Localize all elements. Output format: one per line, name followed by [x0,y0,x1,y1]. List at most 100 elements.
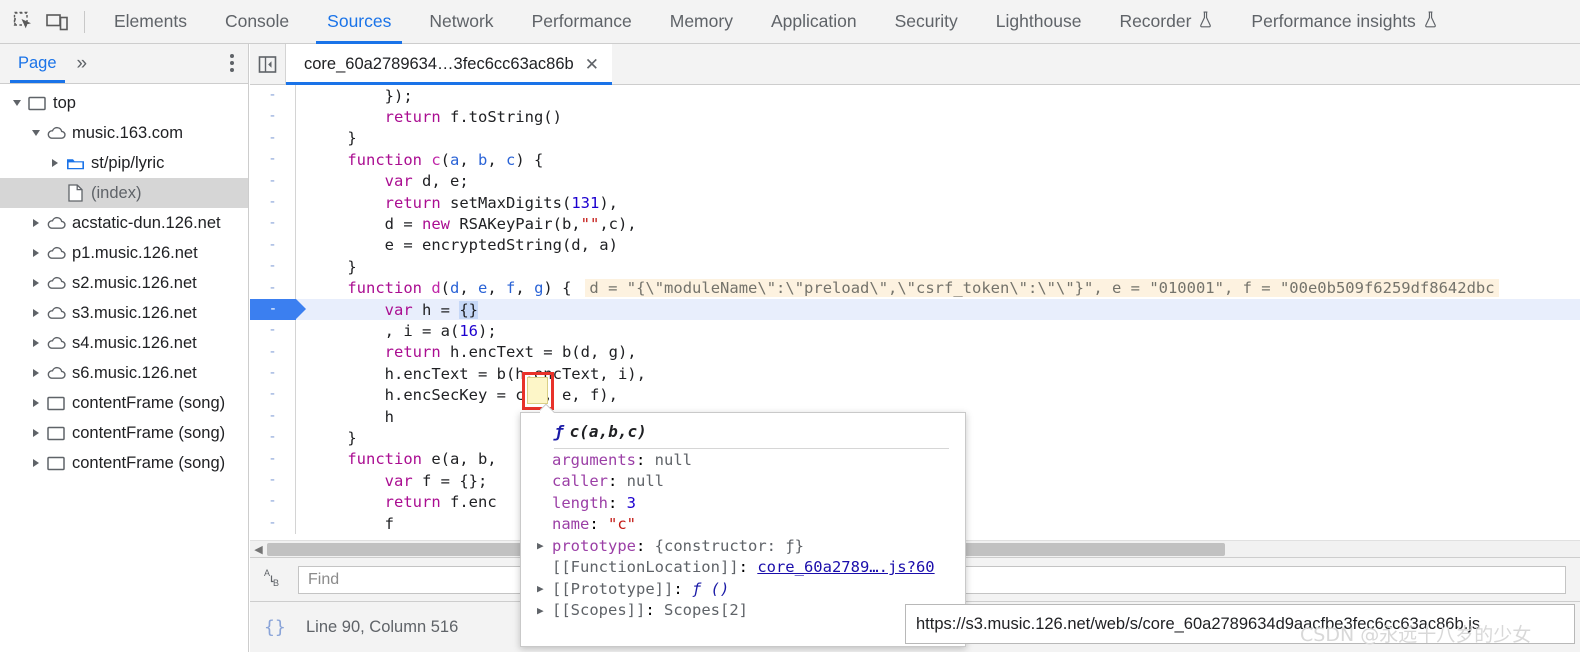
code-line[interactable]: - return setMaxDigits(131), [250,191,1580,214]
line-gutter[interactable]: - [250,256,296,278]
tab-label: Network [429,11,494,31]
code-line[interactable]: - h.encText = b(h.encText, i), [250,363,1580,385]
tree-item-contentframe-song[interactable]: contentFrame (song) [0,448,248,478]
chevron-right-icon[interactable] [27,309,45,317]
line-gutter[interactable]: - [250,234,296,257]
code-line-current[interactable]: - var h = {} [250,298,1580,321]
tab-performance-insights[interactable]: Performance insights [1232,0,1456,44]
line-gutter[interactable]: - [250,491,296,513]
line-gutter[interactable]: - [250,448,296,471]
code-line[interactable]: - var d, e; [250,170,1580,192]
tab-elements[interactable]: Elements [95,0,206,44]
line-gutter[interactable]: - [250,298,306,321]
tab-sources[interactable]: Sources [308,0,410,44]
tree-item-music-163-com[interactable]: music.163.com [0,118,248,148]
line-gutter[interactable]: - [250,191,296,214]
tree-item-st-pip-lyric[interactable]: st/pip/lyric [0,148,248,178]
navigator-tab-page[interactable]: Page [8,44,67,83]
tab-memory[interactable]: Memory [651,0,752,44]
line-gutter[interactable]: - [250,149,296,171]
tree-item-s4-music-126-net[interactable]: s4.music.126.net [0,328,248,358]
line-gutter[interactable]: - [250,363,296,385]
chevron-right-icon[interactable]: ▶ [537,582,552,595]
line-gutter[interactable]: - [250,127,296,150]
code-line[interactable]: - , i = a(16); [250,320,1580,342]
code-line[interactable]: - e = encryptedString(d, a) [250,234,1580,257]
tab-performance[interactable]: Performance [513,0,651,44]
tab-application[interactable]: Application [752,0,876,44]
line-gutter[interactable]: - [250,384,296,406]
code-line[interactable]: - return f.toString() [250,106,1580,128]
line-gutter[interactable]: - [250,470,296,492]
function-location-link[interactable]: core_60a2789….js?60 [757,558,934,576]
line-gutter[interactable]: - [250,277,296,299]
chevron-down-icon[interactable] [8,99,26,107]
chevron-right-icon[interactable] [27,459,45,467]
chevron-right-icon[interactable] [27,339,45,347]
line-gutter[interactable]: - [250,85,296,107]
tree-item-s3-music-126-net[interactable]: s3.music.126.net [0,298,248,328]
chevron-right-icon[interactable] [27,399,45,407]
three-dots-icon[interactable] [230,54,234,72]
tree-item-s6-music-126-net[interactable]: s6.music.126.net [0,358,248,388]
code-line[interactable]: - } [250,256,1580,278]
chevron-right-icon[interactable] [27,429,45,437]
editor-file-tab[interactable]: core_60a2789634…3fec6cc63ac86b ✕ [286,44,612,85]
object-popover[interactable]: ƒ c(a,b,c) arguments: null caller: null len… [520,412,966,647]
scroll-left-arrow-icon[interactable]: ◀ [250,543,267,556]
navigator-more-tabs-button[interactable]: » [67,53,96,75]
tree-item-acstatic-dun-126-net[interactable]: acstatic-dun.126.net [0,208,248,238]
popover-property-row[interactable]: ▶ [[Prototype]]: ƒ () [521,578,965,600]
line-gutter[interactable]: - [250,320,296,342]
code-line[interactable]: - h.encSecKey = c(i, e, f), [250,384,1580,406]
popover-property-row[interactable]: [[FunctionLocation]]: core_60a2789….js?6… [521,557,965,579]
popover-property-row[interactable]: ▶ prototype: {constructor: ƒ} [521,535,965,557]
popover-property-row[interactable]: name: "c" [521,514,965,536]
tab-security[interactable]: Security [876,0,977,44]
chevron-right-icon[interactable] [46,159,64,167]
chevron-right-icon[interactable] [27,249,45,257]
tree-item-p1-music-126-net[interactable]: p1.music.126.net [0,238,248,268]
show-navigator-icon[interactable] [250,44,286,84]
code-line-text: var f = {}; [384,471,488,490]
popover-property-row[interactable]: ▶ [[Scopes]]: Scopes[2] [521,600,965,622]
tab-lighthouse[interactable]: Lighthouse [977,0,1101,44]
tree-item-top[interactable]: top [0,88,248,118]
close-icon[interactable]: ✕ [585,56,599,73]
replace-icon[interactable]: A B [264,567,298,592]
code-line[interactable]: - function c(a, b, c) { [250,149,1580,171]
code-line[interactable]: - d = new RSAKeyPair(b,"",c), [250,213,1580,235]
code-line[interactable]: - function d(d, e, f, g) {d = "{\"module… [250,277,1580,299]
line-gutter[interactable]: - [250,106,296,128]
chevron-right-icon[interactable]: ▶ [537,539,552,552]
code-line[interactable]: - } [250,127,1580,150]
line-gutter[interactable]: - [250,427,296,449]
chevron-right-icon[interactable] [27,219,45,227]
code-line[interactable]: - }); [250,85,1580,107]
chevron-right-icon[interactable] [27,369,45,377]
inspect-element-icon[interactable] [6,0,40,44]
popover-property-row[interactable]: caller: null [521,471,965,493]
line-gutter[interactable]: - [250,170,296,192]
line-gutter[interactable]: - [250,405,296,428]
chevron-right-icon[interactable] [27,279,45,287]
pretty-print-icon[interactable]: {} [264,617,306,638]
tree-item-contentframe-song[interactable]: contentFrame (song) [0,418,248,448]
line-gutter[interactable]: - [250,341,296,364]
popover-property-row[interactable]: arguments: null [521,449,965,471]
tab-label: Memory [669,11,733,31]
tab-recorder[interactable]: Recorder [1100,0,1232,44]
device-toolbar-icon[interactable] [40,0,74,44]
tree-item-s2-music-126-net[interactable]: s2.music.126.net [0,268,248,298]
code-line[interactable]: - return h.encText = b(d, g), [250,341,1580,364]
tree-item-contentframe-song[interactable]: contentFrame (song) [0,388,248,418]
chevron-down-icon[interactable] [27,129,45,137]
tree-item-index[interactable]: (index) [0,178,248,208]
popover-property-row[interactable]: length: 3 [521,492,965,514]
cursor-position-label: Line 90, Column 516 [306,617,459,636]
tab-network[interactable]: Network [410,0,512,44]
line-gutter[interactable]: - [250,213,296,235]
line-gutter[interactable]: - [250,512,296,535]
tab-console[interactable]: Console [206,0,308,44]
chevron-right-icon[interactable]: ▶ [537,604,552,617]
